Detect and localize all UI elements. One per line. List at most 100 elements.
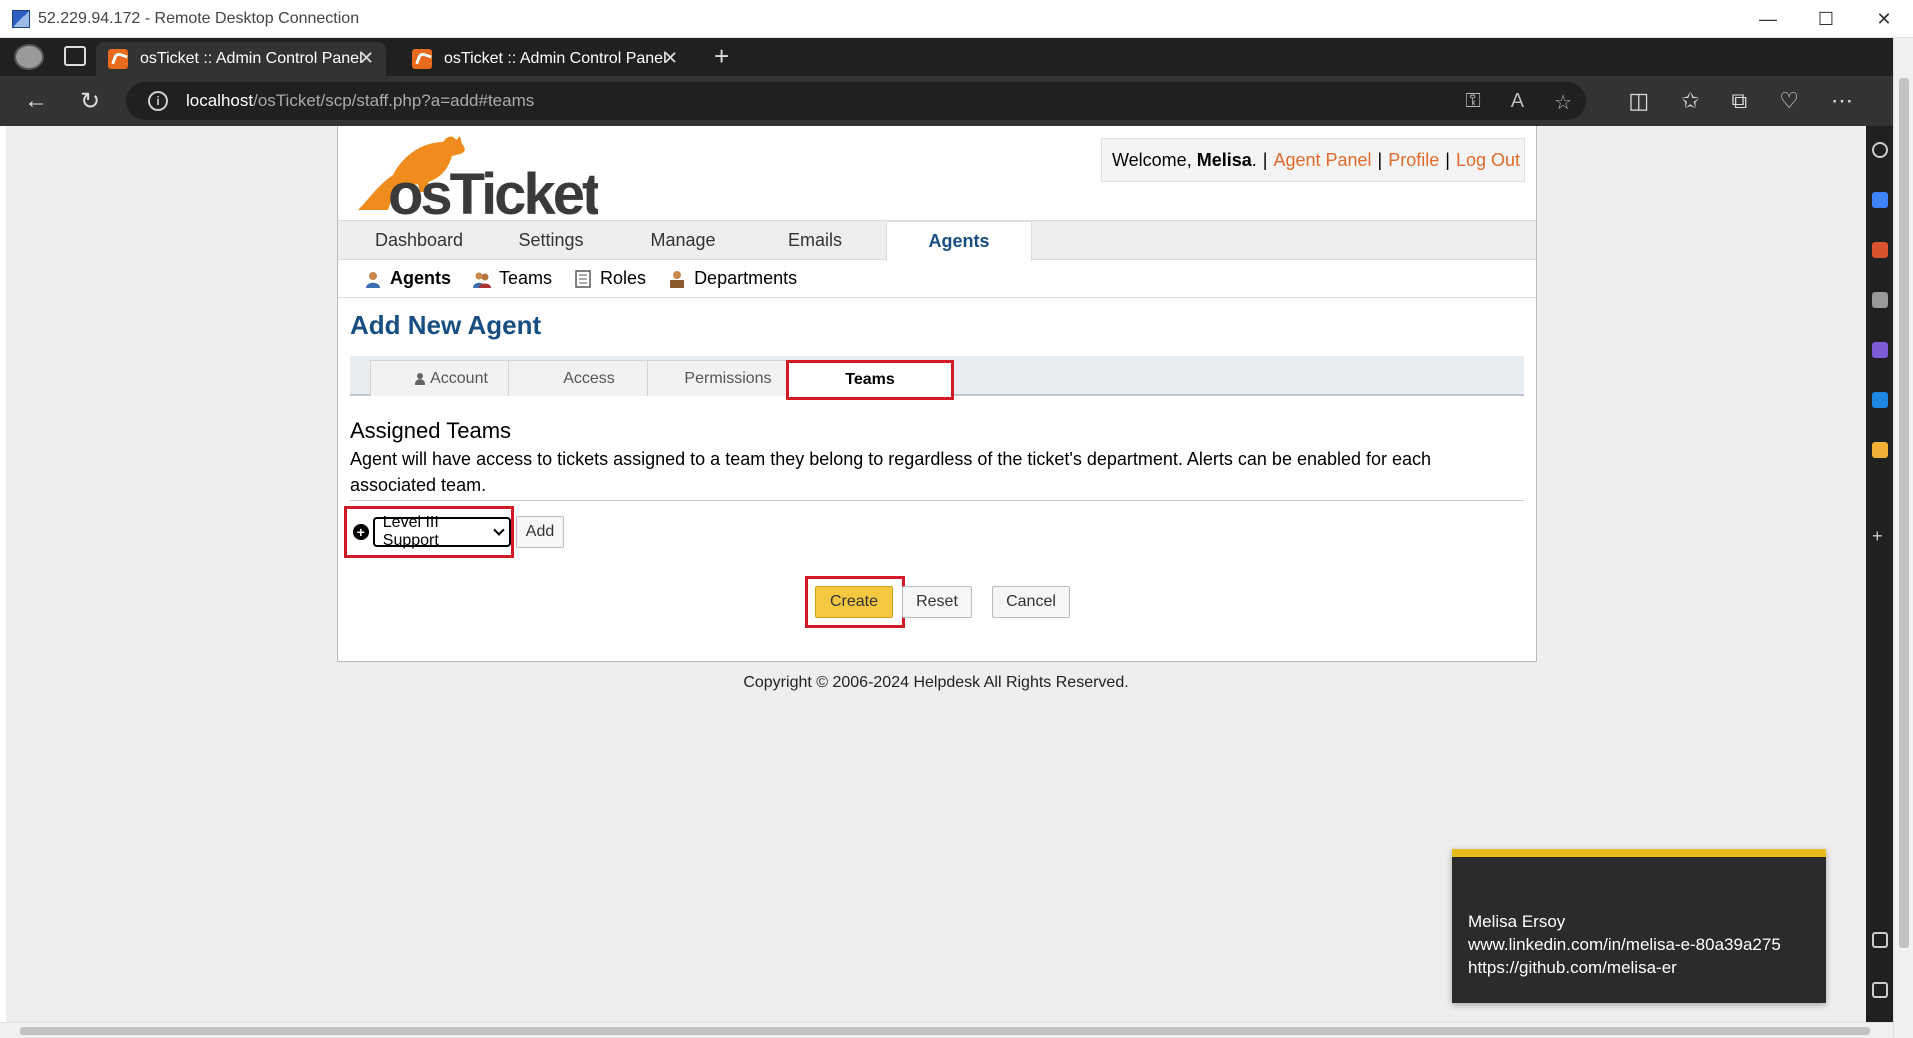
agent-icon [366,271,380,288]
main-nav: Dashboard Settings Manage Emails Agents [338,220,1536,261]
logo-text: osTicket [388,162,598,220]
add-sidebar-icon[interactable]: + [1872,526,1888,546]
section-description: Agent will have access to tickets assign… [350,449,1432,495]
address-bar: ← ↻ i localhost/osTicket/scp/staff.php?a… [0,76,1913,126]
departments-icon [670,270,685,288]
nav-emails[interactable]: Emails [742,221,888,260]
browser-tab-title: osTicket :: Admin Control Panel [444,50,667,67]
tab-account-label: Account [430,369,488,387]
subnav-teams-label: Teams [499,268,553,288]
roles-icon [575,269,591,288]
nav-settings[interactable]: Settings [478,221,624,260]
sidebar-layout-icon[interactable] [1872,932,1888,948]
browser-tab-title: osTicket :: Admin Control Panel [140,50,363,67]
subnav-roles-label: Roles [600,268,647,288]
reset-button[interactable]: Reset [902,586,972,618]
tab-access[interactable]: Access [508,360,670,396]
overlay-name: Melisa Ersoy [1468,912,1566,931]
logout-link[interactable]: Log Out [1456,150,1520,171]
browser-tab-2[interactable]: osTicket :: Admin Control Panel ✕ [400,42,690,76]
url-path: /osTicket/scp/staff.php?a=add#teams [253,91,535,110]
nav-agents[interactable]: Agents [886,221,1032,261]
section-title: Assigned Teams [350,418,512,443]
contact-overlay: Melisa Ersoy www.linkedin.com/in/melisa-… [1452,849,1826,1003]
tab-permissions[interactable]: Permissions [647,360,809,396]
nav-dashboard[interactable]: Dashboard [346,221,492,260]
outlook-icon[interactable] [1872,392,1888,408]
rdp-icon [12,9,30,28]
new-tab-icon[interactable]: + [714,41,729,72]
edge-sidebar: + [1866,126,1893,1022]
vertical-scrollbar[interactable] [1893,38,1913,1038]
close-tab-icon[interactable]: ✕ [663,48,678,69]
rdp-title-bar: 52.229.94.172 - Remote Desktop Connectio… [0,0,1913,38]
separator: | [1445,149,1450,170]
back-icon[interactable]: ← [20,86,52,116]
copilot-icon[interactable] [1872,192,1888,208]
osticket-favicon-icon [412,49,432,69]
maximize-icon[interactable]: ☐ [1797,0,1855,38]
osticket-container: osTicket Welcome, Melisa. | Agent Panel … [337,126,1537,662]
drop-icon[interactable] [1872,442,1888,458]
subnav-agents-label: Agents [390,268,452,288]
welcome-box: Welcome, Melisa. | Agent Panel | Profile… [1101,138,1525,182]
browser-tab-bar: osTicket :: Admin Control Panel ✕ osTick… [0,38,1913,104]
user-name: Melisa [1196,149,1252,170]
create-button[interactable]: Create [815,586,893,618]
nav-manage[interactable]: Manage [610,221,756,260]
divider [350,500,1524,501]
subnav-teams[interactable]: Teams [473,268,552,289]
refresh-icon[interactable]: ↻ [74,86,106,116]
create-button-highlight: Create [805,576,905,628]
team-select[interactable]: Level III Support [372,514,511,549]
horizontal-scrollbar[interactable] [0,1022,1893,1038]
team-select-wrapper: + Level III Support [344,506,514,558]
user-icon [414,372,426,385]
settings-icon[interactable] [1872,982,1888,998]
tools-icon[interactable] [1872,242,1888,258]
site-info-icon[interactable]: i [148,91,168,111]
welcome-suffix: . [1251,149,1257,170]
subnav-departments[interactable]: Departments [668,268,797,289]
read-aloud-icon[interactable]: A [1511,90,1524,115]
agent-panel-link[interactable]: Agent Panel [1273,150,1371,171]
search-icon[interactable] [1872,142,1888,158]
separator: | [1377,149,1383,170]
url-field[interactable]: i localhost/osTicket/scp/staff.php?a=add… [126,82,1586,120]
browser-tab-1[interactable]: osTicket :: Admin Control Panel ✕ [96,42,386,76]
collections-icon[interactable]: ⧉ [1732,88,1748,114]
favorite-star-icon[interactable]: ☆ [1554,90,1572,115]
people-icon[interactable] [1872,292,1888,308]
overlay-github: https://github.com/melisa-er [1468,958,1677,977]
profile-avatar-icon[interactable] [14,44,44,70]
close-icon[interactable]: ✕ [1855,0,1913,38]
overlay-linkedin: www.linkedin.com/in/melisa-e-80a39a275 [1468,935,1781,954]
performance-icon[interactable]: ♡ [1779,88,1799,114]
rdp-title: 52.229.94.172 - Remote Desktop Connectio… [38,9,360,27]
key-icon[interactable]: ⚿ [1465,90,1480,115]
sub-nav: Agents Teams Roles Departments [338,260,1536,298]
page-title: Add New Agent [350,310,542,340]
profile-link[interactable]: Profile [1388,150,1439,171]
minimize-icon[interactable]: — [1739,0,1797,38]
form-tabs: Account Access Permissions Teams [350,356,1524,400]
osticket-logo[interactable]: osTicket [348,130,598,220]
teams-icon [473,272,492,288]
tab-actions-icon[interactable] [64,46,86,66]
more-menu-icon[interactable]: ⋯ [1831,88,1853,114]
plus-circle-icon: + [353,524,369,540]
split-screen-icon[interactable]: ◫ [1628,88,1649,114]
tab-teams[interactable]: Teams [786,360,954,400]
welcome-prefix: Welcome, [1112,149,1192,170]
osticket-favicon-icon [108,49,128,69]
subnav-roles[interactable]: Roles [574,268,646,289]
close-tab-icon[interactable]: ✕ [359,48,374,69]
favorites-icon[interactable]: ✩ [1681,88,1699,114]
cancel-button[interactable]: Cancel [992,586,1070,618]
subnav-agents[interactable]: Agents [364,268,451,289]
copyright: Copyright © 2006-2024 Helpdesk All Right… [743,674,1129,691]
separator: | [1262,149,1268,170]
add-team-button[interactable]: Add [516,516,564,548]
team-select-value: Level III Support [382,514,439,549]
office-icon[interactable] [1872,342,1888,358]
